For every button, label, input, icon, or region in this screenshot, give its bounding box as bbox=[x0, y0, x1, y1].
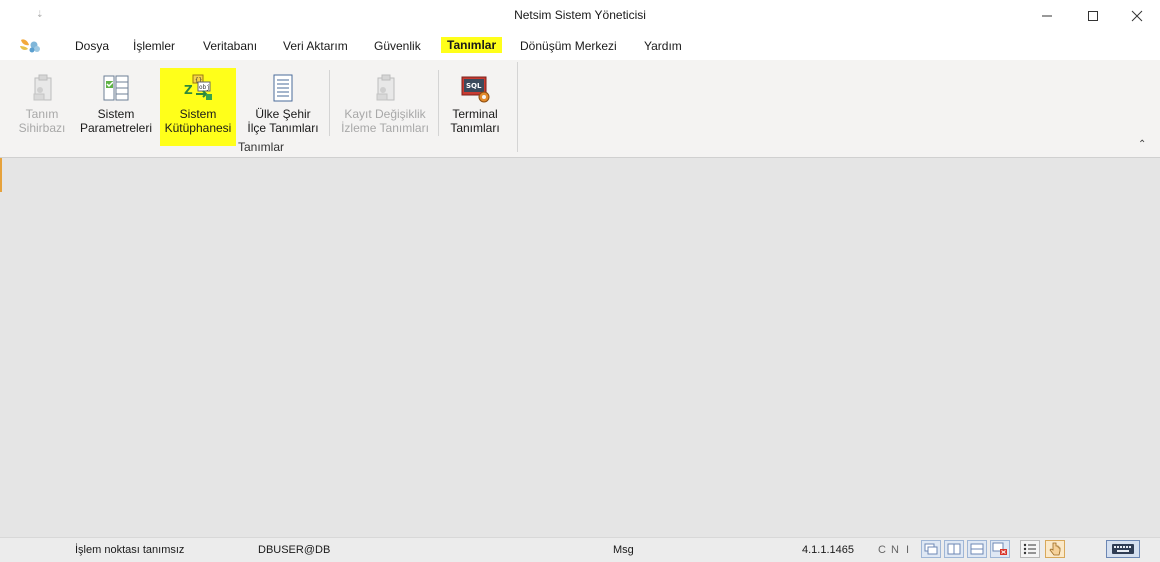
menu-guvenlik[interactable]: Güvenlik bbox=[374, 39, 421, 53]
title-bar: ⇣ Netsim Sistem Yöneticisi bbox=[0, 0, 1160, 32]
svg-text:obj: obj bbox=[199, 84, 210, 91]
close-button[interactable] bbox=[1114, 0, 1160, 31]
parameters-checklist-icon bbox=[103, 75, 129, 101]
list-view-button[interactable] bbox=[1020, 540, 1040, 558]
keyboard-button[interactable] bbox=[1106, 540, 1140, 558]
kayit-degisiklik-izleme-button[interactable]: Kayıt Değişiklik İzleme Tanımları bbox=[338, 68, 432, 146]
menu-dosya[interactable]: Dosya bbox=[75, 39, 109, 53]
sistem-kutuphanesi-button[interactable]: {} obj Z Sistem Kütüphanesi bbox=[160, 68, 236, 146]
library-code-icon: {} obj Z bbox=[184, 74, 212, 100]
button-label-line2: Sihirbazı bbox=[18, 121, 66, 135]
status-db-user: DBUSER@DB bbox=[258, 544, 331, 556]
tile-horizontal-icon bbox=[970, 543, 984, 555]
tanim-sihirbazi-button[interactable]: Tanım Sihirbazı bbox=[14, 68, 70, 146]
tile-horizontal-button[interactable] bbox=[967, 540, 987, 558]
menu-yardim[interactable]: Yardım bbox=[644, 39, 682, 53]
hand-pointer-button[interactable] bbox=[1045, 540, 1065, 558]
button-label-line2: Kütüphanesi bbox=[164, 121, 232, 135]
ulke-sehir-ilce-button[interactable]: Ülke Şehir İlçe Tanımları bbox=[244, 68, 322, 146]
button-label-line2: İlçe Tanımları bbox=[247, 121, 319, 135]
status-flag-i: I bbox=[906, 544, 910, 556]
cascade-windows-icon bbox=[924, 543, 938, 555]
minimize-icon bbox=[1042, 15, 1052, 16]
document-list-icon bbox=[273, 74, 293, 102]
button-label-line1: Ülke Şehir bbox=[255, 107, 311, 121]
tile-vertical-button[interactable] bbox=[944, 540, 964, 558]
menu-tanimlar[interactable]: Tanımlar bbox=[441, 37, 503, 53]
status-flag-n: N bbox=[891, 544, 899, 556]
maximize-button[interactable] bbox=[1070, 0, 1116, 31]
menu-veri-aktarim[interactable]: Veri Aktarım bbox=[283, 39, 348, 53]
menu-veritabani[interactable]: Veritabanı bbox=[203, 39, 257, 53]
list-view-icon bbox=[1023, 543, 1036, 555]
svg-text:SQL: SQL bbox=[466, 82, 482, 90]
button-label-line1: Terminal bbox=[452, 107, 498, 121]
butterfly-app-icon[interactable] bbox=[18, 37, 42, 55]
menu-donusum-merkezi[interactable]: Dönüşüm Merkezi bbox=[520, 39, 617, 53]
status-flag-c: C bbox=[878, 544, 886, 556]
hand-pointer-icon bbox=[1049, 542, 1061, 556]
button-label-line1: Sistem bbox=[179, 107, 217, 121]
button-label-line1: Tanım bbox=[25, 107, 59, 121]
wizard-clipboard-icon bbox=[33, 74, 52, 101]
button-label-line1: Kayıt Değişiklik bbox=[344, 107, 426, 121]
status-operation-point: İşlem noktası tanımsız bbox=[75, 544, 185, 556]
close-all-windows-icon bbox=[992, 542, 1007, 555]
cascade-windows-button[interactable] bbox=[921, 540, 941, 558]
menu-islemler[interactable]: İşlemler bbox=[133, 39, 175, 53]
ribbon-group-label: Tanımlar bbox=[238, 140, 285, 154]
status-version: 4.1.1.1465 bbox=[802, 544, 854, 556]
ribbon: Tanım Sihirbazı Sistem Parametreleri {} ob… bbox=[0, 60, 1160, 158]
button-label-line2: İzleme Tanımları bbox=[341, 121, 429, 135]
maximize-icon bbox=[1088, 10, 1098, 21]
window-title: Netsim Sistem Yöneticisi bbox=[514, 8, 646, 22]
ribbon-separator bbox=[438, 70, 439, 136]
keyboard-icon bbox=[1112, 544, 1134, 554]
terminal-tanimlari-button[interactable]: SQL Terminal Tanımları bbox=[444, 68, 506, 146]
change-tracking-icon bbox=[376, 74, 395, 101]
workspace-edge-marker bbox=[0, 158, 2, 192]
ribbon-collapse-icon[interactable]: ⌃ bbox=[1138, 139, 1146, 150]
button-label-line2: Parametreleri bbox=[79, 121, 153, 135]
button-label-line1: Sistem bbox=[97, 107, 135, 121]
minimize-button[interactable] bbox=[1024, 0, 1070, 31]
sistem-parametreleri-button[interactable]: Sistem Parametreleri bbox=[78, 68, 154, 146]
svg-text:Z: Z bbox=[184, 83, 193, 97]
status-bar: İşlem noktası tanımsız DBUSER@DB Msg 4.1… bbox=[0, 537, 1160, 562]
ribbon-group-divider bbox=[517, 62, 518, 152]
mdi-workspace bbox=[0, 158, 1160, 537]
close-all-windows-button[interactable] bbox=[990, 540, 1010, 558]
button-label-line2: Tanımları bbox=[450, 121, 500, 135]
menu-bar: Dosya İşlemler Veritabanı Veri Aktarım G… bbox=[0, 32, 1160, 60]
close-icon bbox=[1131, 10, 1143, 21]
status-message: Msg bbox=[613, 544, 634, 556]
ribbon-separator bbox=[329, 70, 330, 136]
tile-vertical-icon bbox=[947, 543, 961, 555]
sql-terminal-icon: SQL bbox=[461, 76, 490, 103]
